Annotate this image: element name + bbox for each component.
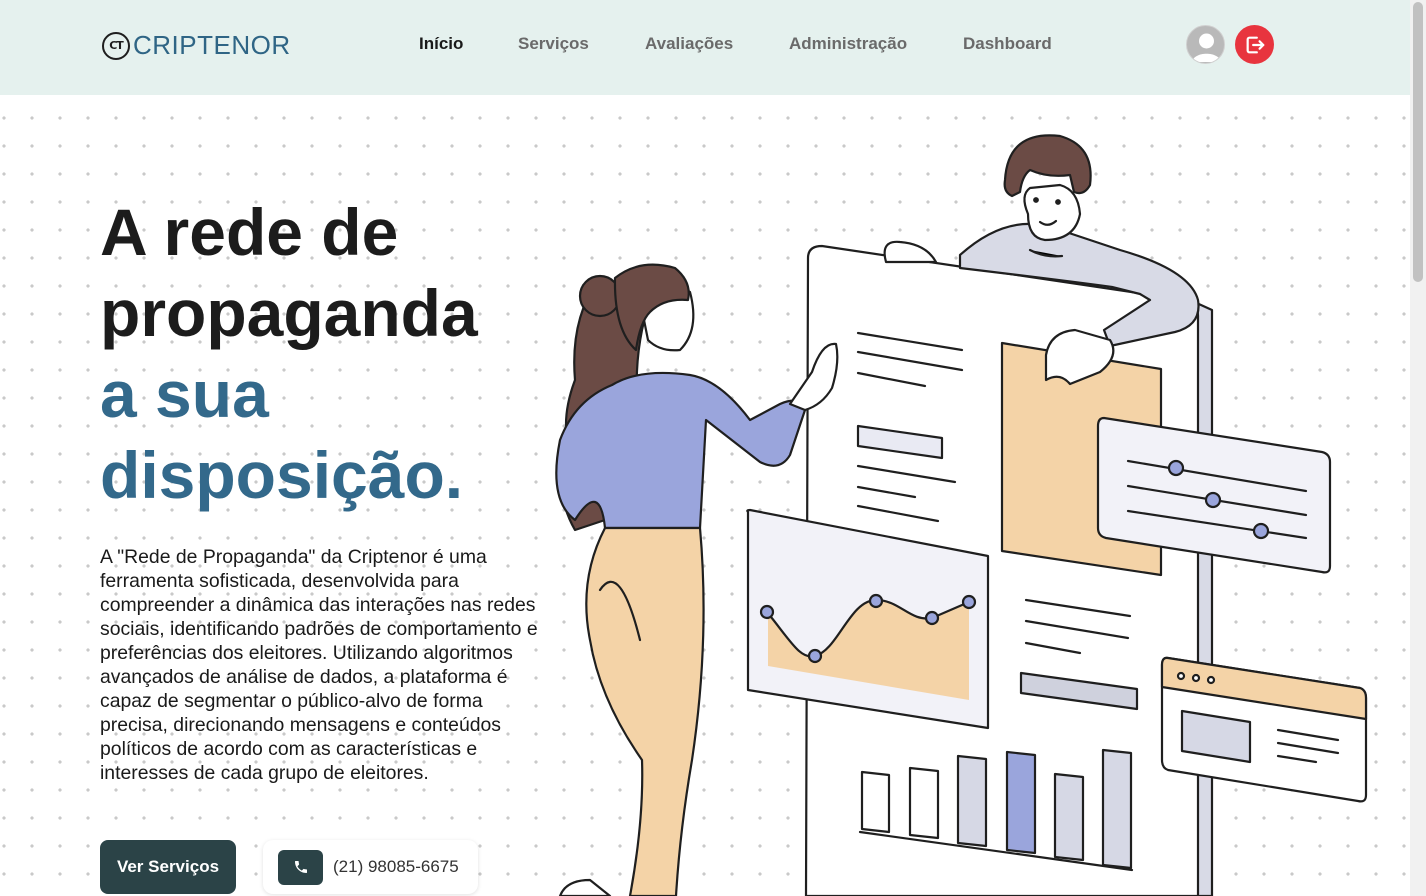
top-navigation-bar: CT CRIPTENOR Início Serviços Avaliações …: [0, 0, 1410, 95]
hero-illustration: [555, 134, 1368, 896]
nav-item-avaliacoes[interactable]: Avaliações: [645, 34, 733, 54]
nav-item-administracao[interactable]: Administração: [789, 34, 907, 54]
hero-description: A "Rede de Propaganda" da Criptenor é um…: [100, 546, 538, 784]
nav-item-servicos[interactable]: Serviços: [518, 34, 589, 54]
page: CT CRIPTENOR Início Serviços Avaliações …: [0, 0, 1410, 896]
hero-title-line-4: disposição.: [100, 438, 464, 512]
user-avatar-icon[interactable]: [1186, 25, 1225, 64]
logout-button[interactable]: [1235, 25, 1274, 64]
hero-title-line-2: propaganda: [100, 276, 478, 350]
nav-item-dashboard[interactable]: Dashboard: [963, 34, 1052, 54]
hero-title: A rede de propaganda a sua disposição.: [100, 192, 560, 516]
phone-number: (21) 98085-6675: [333, 857, 459, 876]
page-scrollbar[interactable]: [1410, 0, 1426, 896]
phone-contact[interactable]: (21) 98085-6675: [263, 840, 478, 894]
nav-item-inicio[interactable]: Início: [419, 34, 463, 54]
hero-title-line-1: A rede de: [100, 195, 399, 269]
logout-icon: [1246, 36, 1264, 53]
scrollbar-thumb[interactable]: [1413, 2, 1423, 282]
hero-title-line-3: a sua: [100, 357, 269, 431]
view-services-button[interactable]: Ver Serviços: [100, 840, 236, 894]
phone-icon: [278, 849, 323, 885]
